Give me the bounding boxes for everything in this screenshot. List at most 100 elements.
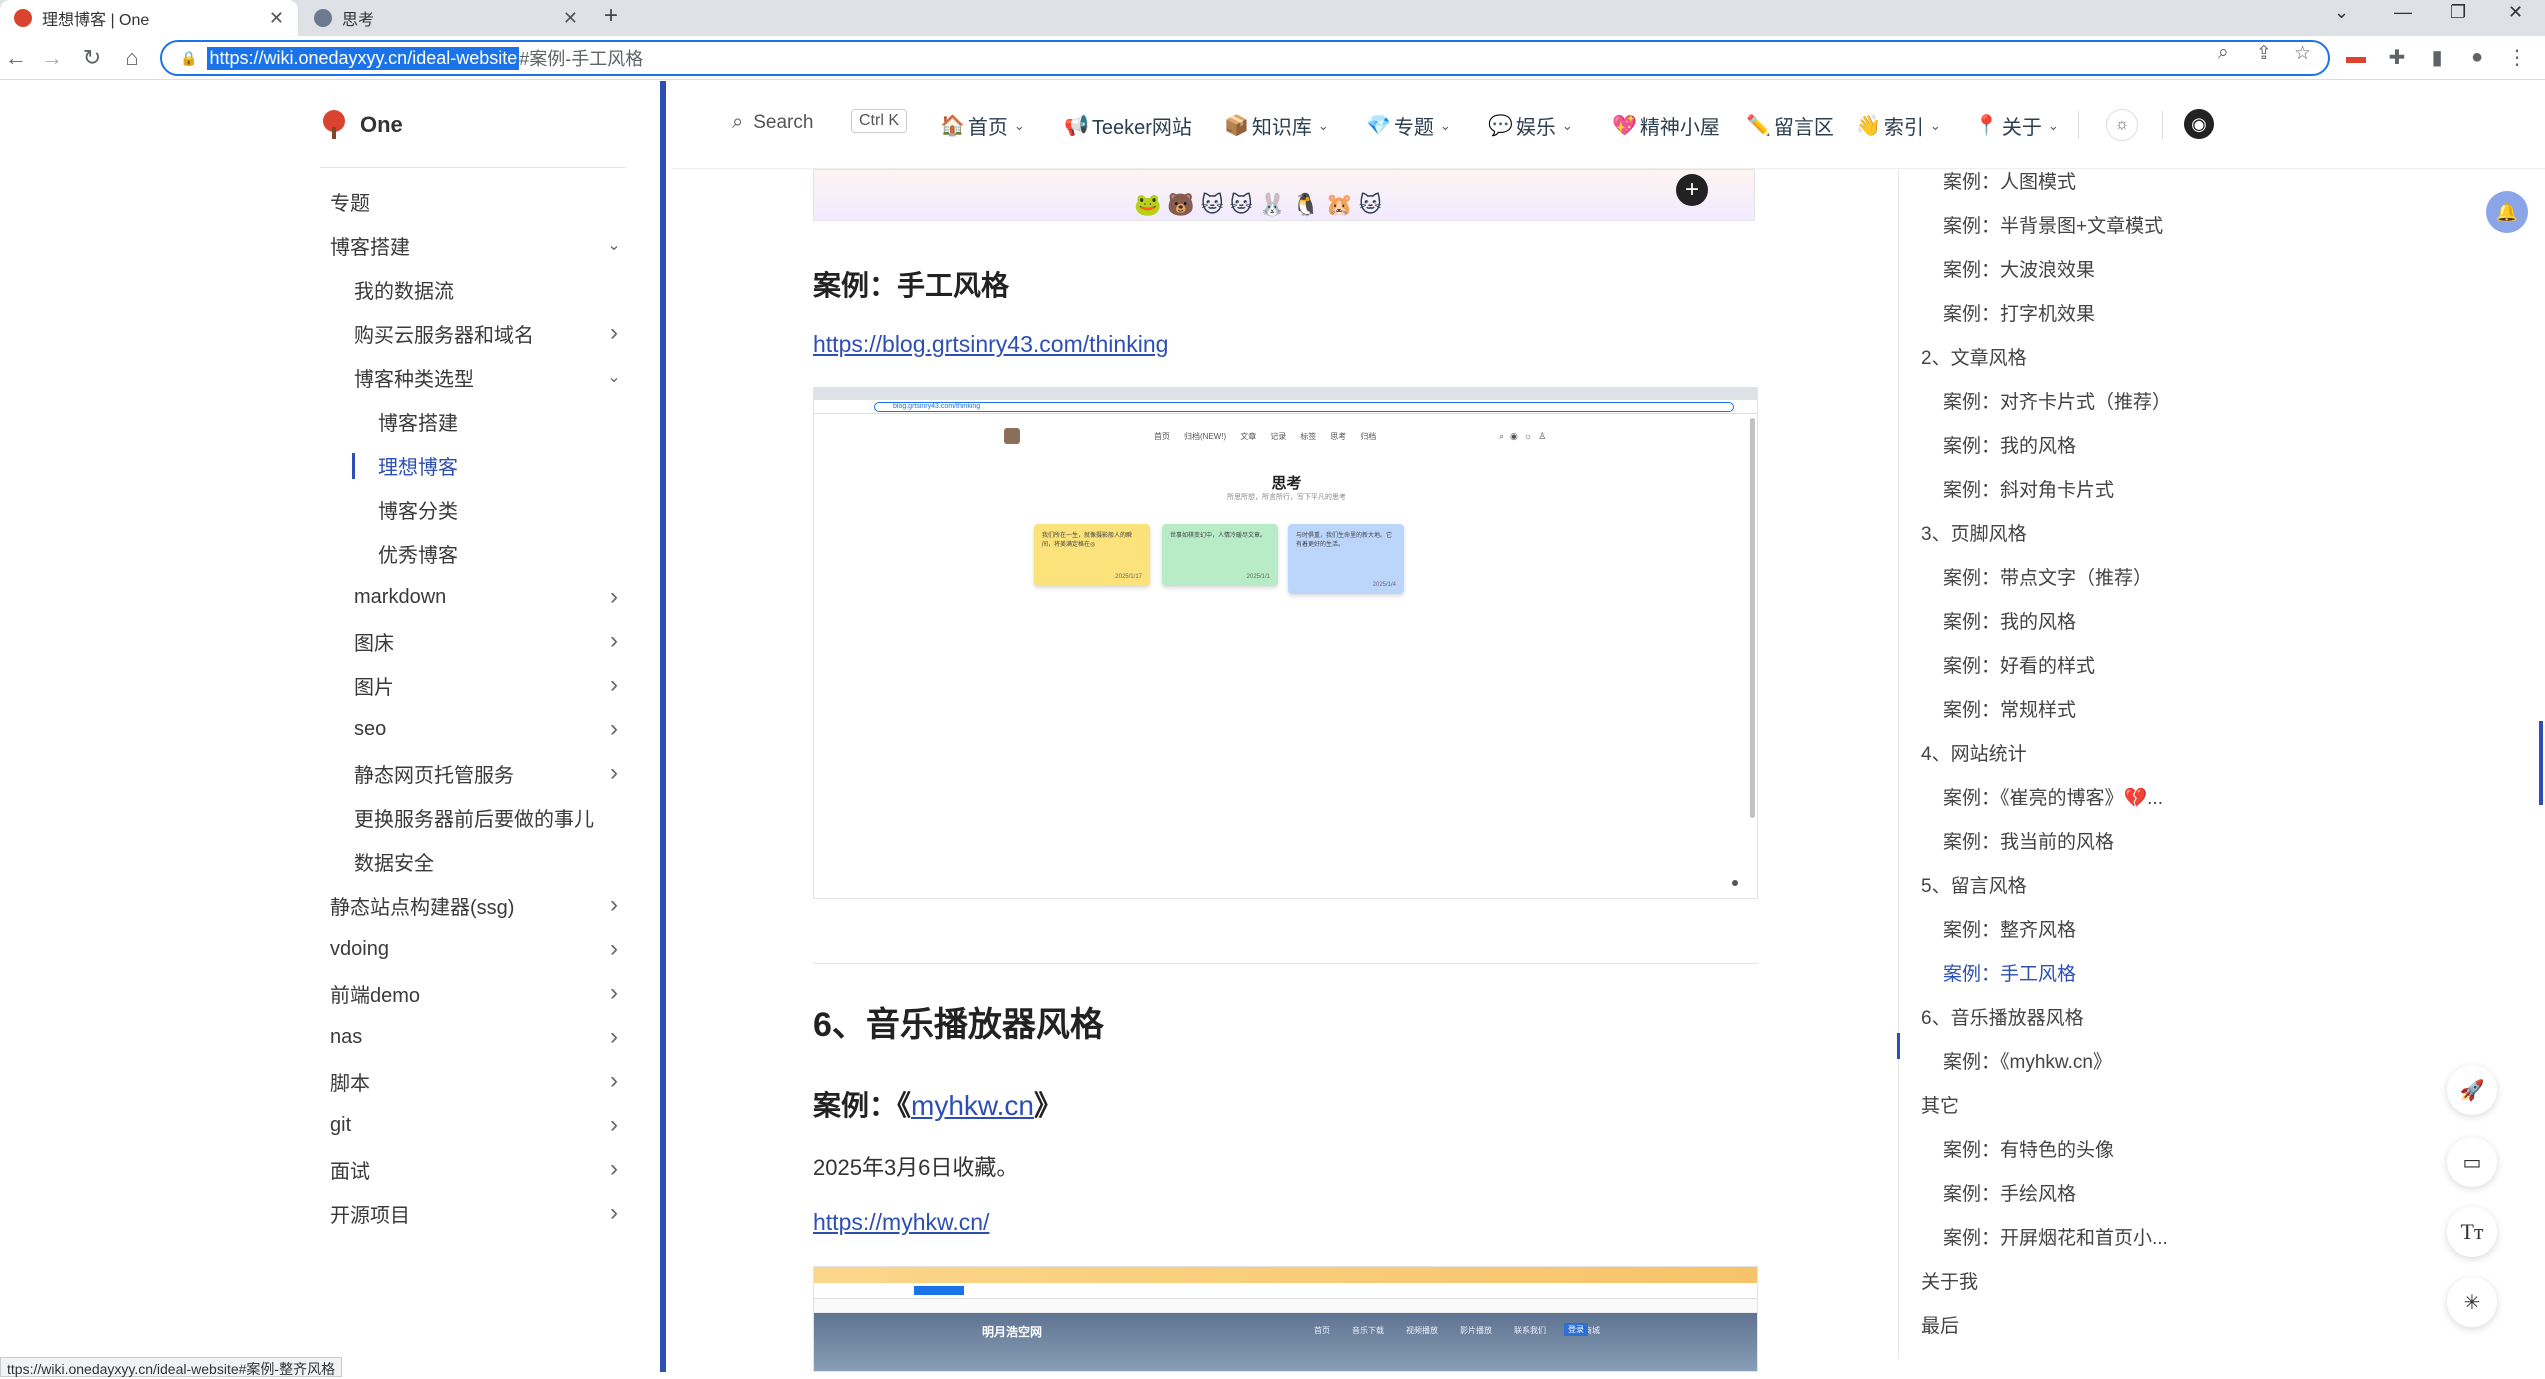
- toc-item[interactable]: 案例：手工风格: [1943, 959, 2076, 986]
- close-window-icon[interactable]: ✕: [2508, 2, 2523, 23]
- sidebar-item[interactable]: 数据安全: [354, 843, 434, 879]
- sidebar-item[interactable]: git: [330, 1107, 351, 1143]
- nav-item[interactable]: 📢 Teeker网站: [1064, 111, 1192, 140]
- extension-red-icon[interactable]: ▬: [2343, 44, 2369, 70]
- toc-item[interactable]: 4、网站统计: [1921, 739, 2027, 766]
- bookmark-star-icon[interactable]: ☆: [2294, 42, 2311, 65]
- toc-item[interactable]: 案例：半背景图+文章模式: [1943, 211, 2163, 238]
- tab-search-icon[interactable]: ⌄: [2334, 2, 2349, 23]
- toc-item[interactable]: 案例：常规样式: [1943, 695, 2076, 722]
- sidebar-item[interactable]: 购买云服务器和域名: [354, 315, 534, 351]
- font-size-button[interactable]: Tт: [2447, 1207, 2497, 1257]
- sidebar-item[interactable]: 面试: [330, 1151, 370, 1187]
- sidebar-item[interactable]: 博客分类: [378, 491, 458, 527]
- toc-item[interactable]: 5、留言风格: [1921, 871, 2027, 898]
- sidebar-item[interactable]: 我的数据流: [354, 271, 454, 307]
- chevron-right-icon[interactable]: ›: [604, 891, 624, 918]
- reload-icon[interactable]: ↻: [76, 42, 108, 74]
- nav-item[interactable]: 🏠 首页 ⌄: [940, 111, 1025, 140]
- toc-item[interactable]: 案例：大波浪效果: [1943, 255, 2095, 282]
- side-panel-icon[interactable]: ▮: [2424, 44, 2450, 70]
- nav-item[interactable]: 👋 索引 ⌄: [1856, 111, 1941, 140]
- menu-kebab-icon[interactable]: ⋮: [2504, 44, 2530, 70]
- sidebar-item[interactable]: 静态网页托管服务: [354, 755, 514, 791]
- theme-toggle-button[interactable]: ☼: [2106, 109, 2138, 141]
- tab-active[interactable]: 理想博客 | One ✕: [0, 0, 298, 36]
- notification-bell-icon[interactable]: 🔔: [2486, 191, 2528, 233]
- extensions-puzzle-icon[interactable]: ✚: [2384, 44, 2410, 70]
- nav-item[interactable]: ✏️ 留言区: [1746, 111, 1834, 140]
- toc-item[interactable]: 最后: [1921, 1311, 1959, 1338]
- chevron-down-icon[interactable]: ⌄: [604, 235, 624, 255]
- sidebar-item[interactable]: 开源项目: [330, 1195, 410, 1231]
- sidebar-item[interactable]: 图片: [354, 667, 394, 703]
- sidebar-item[interactable]: 博客搭建: [330, 227, 410, 263]
- comment-button[interactable]: ▭: [2447, 1137, 2497, 1187]
- chevron-down-icon[interactable]: ⌄: [604, 367, 624, 387]
- share-icon[interactable]: ⇪: [2256, 42, 2272, 65]
- site-logo[interactable]: One: [318, 109, 403, 141]
- sidebar-item[interactable]: 更换服务器前后要做的事儿: [354, 799, 594, 835]
- new-tab-icon[interactable]: +: [604, 2, 618, 30]
- chevron-right-icon[interactable]: ›: [604, 319, 624, 346]
- link-thinking[interactable]: https://blog.grtsinry43.com/thinking: [813, 331, 1168, 358]
- sidebar-item[interactable]: 博客种类选型: [354, 359, 474, 395]
- toc-item[interactable]: 案例：对齐卡片式（推荐）: [1943, 387, 2171, 414]
- sparkle-button[interactable]: ✳: [2447, 1277, 2497, 1327]
- sidebar-item[interactable]: nas: [330, 1019, 362, 1055]
- chevron-right-icon[interactable]: ›: [604, 715, 624, 742]
- nav-item[interactable]: 💎 专题 ⌄: [1366, 111, 1451, 140]
- toc-item[interactable]: 案例：好看的样式: [1943, 651, 2095, 678]
- sidebar-item[interactable]: 静态站点构建器(ssg): [330, 887, 514, 923]
- toc-item[interactable]: 案例：有特色的头像: [1943, 1135, 2114, 1162]
- sidebar-item[interactable]: 优秀博客: [378, 535, 458, 571]
- sidebar-item[interactable]: vdoing: [330, 931, 389, 967]
- toc-item[interactable]: 案例：《崔亮的博客》💔...: [1943, 783, 2163, 810]
- chevron-right-icon[interactable]: ›: [604, 1111, 624, 1138]
- restore-icon[interactable]: ❐: [2450, 2, 2466, 23]
- toc-item[interactable]: 案例：整齐风格: [1943, 915, 2076, 942]
- back-icon[interactable]: ←: [0, 42, 32, 74]
- nav-item[interactable]: 💬 娱乐 ⌄: [1488, 111, 1573, 140]
- chevron-right-icon[interactable]: ›: [604, 1023, 624, 1050]
- chevron-right-icon[interactable]: ›: [604, 583, 624, 610]
- nav-item[interactable]: 📍 关于 ⌄: [1974, 111, 2059, 140]
- toc-item[interactable]: 案例：我当前的风格: [1943, 827, 2114, 854]
- chevron-right-icon[interactable]: ›: [604, 1199, 624, 1226]
- sidebar-item[interactable]: 理想博客: [378, 447, 458, 483]
- toc-item[interactable]: 3、页脚风格: [1921, 519, 2027, 546]
- toc-item[interactable]: 案例：斜对角卡片式: [1943, 475, 2114, 502]
- chevron-right-icon[interactable]: ›: [604, 759, 624, 786]
- toc-item[interactable]: 6、音乐播放器风格: [1921, 1003, 2084, 1030]
- toc-item[interactable]: 案例：人图模式: [1943, 167, 2076, 194]
- toc-item[interactable]: 案例：打字机效果: [1943, 299, 2095, 326]
- toc-item[interactable]: 关于我: [1921, 1267, 1978, 1294]
- link-myhkw[interactable]: https://myhkw.cn/: [813, 1209, 989, 1236]
- tab-inactive[interactable]: 思考 ✕: [300, 0, 592, 36]
- toc-item[interactable]: 案例：开屏烟花和首页小...: [1943, 1223, 2168, 1250]
- toc-item[interactable]: 2、文章风格: [1921, 343, 2027, 370]
- nav-item[interactable]: 📦 知识库 ⌄: [1224, 111, 1329, 140]
- sidebar-item[interactable]: 脚本: [330, 1063, 370, 1099]
- github-icon[interactable]: ◉: [2184, 109, 2214, 139]
- zoom-icon[interactable]: ⌕: [2218, 42, 2229, 64]
- minimize-icon[interactable]: —: [2394, 2, 2412, 23]
- close-tab-icon[interactable]: ✕: [563, 8, 578, 29]
- toc-item[interactable]: 案例：带点文字（推荐）: [1943, 563, 2152, 590]
- sidebar-item[interactable]: 前端demo: [330, 975, 420, 1011]
- chevron-right-icon[interactable]: ›: [604, 627, 624, 654]
- chevron-right-icon[interactable]: ›: [604, 979, 624, 1006]
- close-tab-icon[interactable]: ✕: [269, 8, 284, 29]
- nav-item[interactable]: 💖 精神小屋: [1612, 111, 1720, 140]
- search-button[interactable]: ⌕ Search: [732, 111, 813, 134]
- chevron-right-icon[interactable]: ›: [604, 935, 624, 962]
- toc-item[interactable]: 案例：我的风格: [1943, 607, 2076, 634]
- rocket-button[interactable]: 🚀: [2447, 1065, 2497, 1115]
- chevron-right-icon[interactable]: ›: [604, 671, 624, 698]
- profile-icon[interactable]: ●: [2464, 44, 2490, 70]
- sidebar-item[interactable]: seo: [354, 711, 386, 747]
- toc-item[interactable]: 案例：手绘风格: [1943, 1179, 2076, 1206]
- toc-item[interactable]: 其它: [1921, 1091, 1959, 1118]
- address-bar[interactable]: 🔒 https://wiki.onedayxyy.cn/ideal-websit…: [160, 40, 2330, 76]
- sidebar-item[interactable]: 专题: [330, 183, 370, 219]
